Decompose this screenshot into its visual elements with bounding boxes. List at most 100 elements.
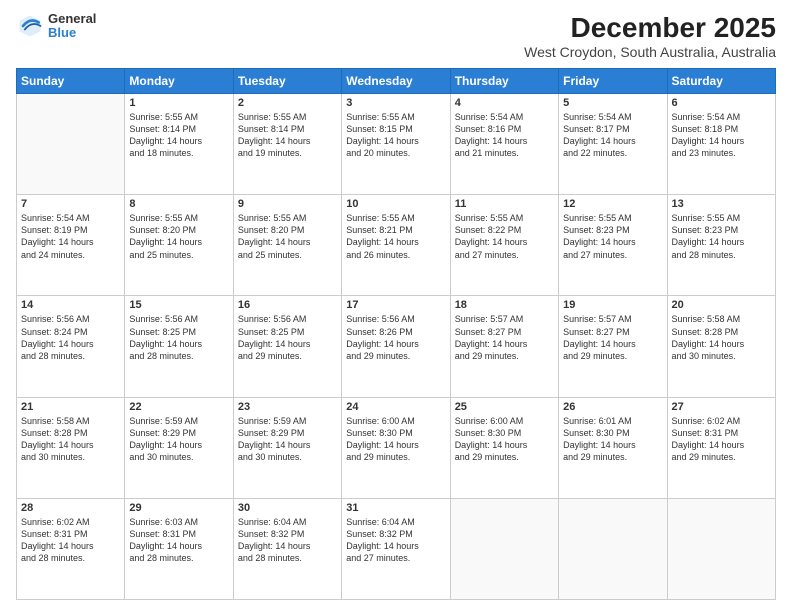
calendar-subtitle: West Croydon, South Australia, Australia [524, 44, 776, 60]
calendar-week-4: 21Sunrise: 5:58 AM Sunset: 8:28 PM Dayli… [17, 397, 776, 498]
calendar-cell: 21Sunrise: 5:58 AM Sunset: 8:28 PM Dayli… [17, 397, 125, 498]
day-number: 13 [672, 198, 771, 210]
day-info: Sunrise: 5:54 AM Sunset: 8:18 PM Dayligh… [672, 111, 771, 160]
day-number: 27 [672, 401, 771, 413]
day-info: Sunrise: 5:55 AM Sunset: 8:21 PM Dayligh… [346, 212, 445, 261]
day-info: Sunrise: 6:00 AM Sunset: 8:30 PM Dayligh… [455, 415, 554, 464]
col-monday: Monday [125, 69, 233, 94]
calendar-cell: 10Sunrise: 5:55 AM Sunset: 8:21 PM Dayli… [342, 195, 450, 296]
day-number: 17 [346, 299, 445, 311]
day-number: 23 [238, 401, 337, 413]
page: General Blue December 2025 West Croydon,… [0, 0, 792, 612]
logo-icon [16, 12, 44, 40]
day-number: 7 [21, 198, 120, 210]
calendar-cell: 11 Sunrise: 5:55 AM Sunset: 8:22 PM Dayli… [450, 195, 558, 296]
logo: General Blue [16, 12, 96, 41]
calendar-cell: 9 Sunrise: 5:55 AM Sunset: 8:20 PM Daylig… [233, 195, 341, 296]
header: General Blue December 2025 West Croydon,… [16, 12, 776, 60]
calendar-cell: 13 Sunrise: 5:55 AM Sunset: 8:23 PM Dayli… [667, 195, 775, 296]
day-info: Sunrise: 5:54 AM Sunset: 8:16 PM Dayligh… [455, 111, 554, 160]
day-number: 28 [21, 502, 120, 514]
day-info: Sunrise: 5:59 AM Sunset: 8:29 PM Dayligh… [129, 415, 228, 464]
day-info: Sunrise: 5:55 AM Sunset: 8:14 PM Dayligh… [129, 111, 228, 160]
calendar-cell: 29 Sunrise: 6:03 AM Sunset: 8:31 PM Dayli… [125, 498, 233, 599]
day-number: 31 [346, 502, 445, 514]
calendar-cell: 6 Sunrise: 5:54 AM Sunset: 8:18 PM Daylig… [667, 94, 775, 195]
calendar-cell: 1 Sunrise: 5:55 AM Sunset: 8:14 PM Daylig… [125, 94, 233, 195]
day-info: Sunrise: 5:55 AM Sunset: 8:20 PM Dayligh… [238, 212, 337, 261]
calendar-cell: 2 Sunrise: 5:55 AM Sunset: 8:14 PM Daylig… [233, 94, 341, 195]
day-number: 5 [563, 97, 662, 109]
calendar-cell [667, 498, 775, 599]
day-info: Sunrise: 5:56 AM Sunset: 8:25 PM Dayligh… [129, 313, 228, 362]
day-info: Sunrise: 6:03 AM Sunset: 8:31 PM Dayligh… [129, 516, 228, 565]
calendar-cell: 3 Sunrise: 5:55 AM Sunset: 8:15 PM Daylig… [342, 94, 450, 195]
calendar-cell: 30 Sunrise: 6:04 AM Sunset: 8:32 PM Dayli… [233, 498, 341, 599]
calendar-week-1: 1 Sunrise: 5:55 AM Sunset: 8:14 PM Daylig… [17, 94, 776, 195]
calendar-body: 1 Sunrise: 5:55 AM Sunset: 8:14 PM Daylig… [17, 94, 776, 600]
calendar-cell: 25Sunrise: 6:00 AM Sunset: 8:30 PM Dayli… [450, 397, 558, 498]
calendar-cell: 28 Sunrise: 6:02 AM Sunset: 8:31 PM Dayli… [17, 498, 125, 599]
day-number: 11 [455, 198, 554, 210]
calendar-cell: 27 Sunrise: 6:02 AM Sunset: 8:31 PM Dayli… [667, 397, 775, 498]
day-number: 9 [238, 198, 337, 210]
day-number: 8 [129, 198, 228, 210]
day-number: 24 [346, 401, 445, 413]
day-info: Sunrise: 5:55 AM Sunset: 8:20 PM Dayligh… [129, 212, 228, 261]
calendar-cell: 18 Sunrise: 5:57 AM Sunset: 8:27 PM Dayli… [450, 296, 558, 397]
day-info: Sunrise: 5:56 AM Sunset: 8:24 PM Dayligh… [21, 313, 120, 362]
day-info: Sunrise: 6:00 AM Sunset: 8:30 PM Dayligh… [346, 415, 445, 464]
calendar-cell: 26Sunrise: 6:01 AM Sunset: 8:30 PM Dayli… [559, 397, 667, 498]
day-info: Sunrise: 6:04 AM Sunset: 8:32 PM Dayligh… [346, 516, 445, 565]
col-saturday: Saturday [667, 69, 775, 94]
day-number: 6 [672, 97, 771, 109]
calendar-cell: 5 Sunrise: 5:54 AM Sunset: 8:17 PM Daylig… [559, 94, 667, 195]
calendar-cell: 22 Sunrise: 5:59 AM Sunset: 8:29 PM Dayli… [125, 397, 233, 498]
day-info: Sunrise: 5:55 AM Sunset: 8:14 PM Dayligh… [238, 111, 337, 160]
logo-blue: Blue [48, 26, 96, 40]
day-info: Sunrise: 6:02 AM Sunset: 8:31 PM Dayligh… [672, 415, 771, 464]
day-number: 26 [563, 401, 662, 413]
day-info: Sunrise: 5:55 AM Sunset: 8:22 PM Dayligh… [455, 212, 554, 261]
calendar-cell: 8 Sunrise: 5:55 AM Sunset: 8:20 PM Daylig… [125, 195, 233, 296]
col-tuesday: Tuesday [233, 69, 341, 94]
calendar-week-3: 14 Sunrise: 5:56 AM Sunset: 8:24 PM Dayli… [17, 296, 776, 397]
calendar-table: Sunday Monday Tuesday Wednesday Thursday… [16, 68, 776, 600]
calendar-cell: 17 Sunrise: 5:56 AM Sunset: 8:26 PM Dayli… [342, 296, 450, 397]
day-info: Sunrise: 5:55 AM Sunset: 8:15 PM Dayligh… [346, 111, 445, 160]
calendar-week-5: 28 Sunrise: 6:02 AM Sunset: 8:31 PM Dayli… [17, 498, 776, 599]
day-number: 4 [455, 97, 554, 109]
day-number: 22 [129, 401, 228, 413]
day-number: 2 [238, 97, 337, 109]
calendar-cell [17, 94, 125, 195]
day-info: Sunrise: 6:04 AM Sunset: 8:32 PM Dayligh… [238, 516, 337, 565]
calendar-cell: 7 Sunrise: 5:54 AM Sunset: 8:19 PM Daylig… [17, 195, 125, 296]
day-info: Sunrise: 5:57 AM Sunset: 8:27 PM Dayligh… [455, 313, 554, 362]
day-number: 14 [21, 299, 120, 311]
col-wednesday: Wednesday [342, 69, 450, 94]
calendar-cell: 31 Sunrise: 6:04 AM Sunset: 8:32 PM Dayli… [342, 498, 450, 599]
calendar-cell: 16 Sunrise: 5:56 AM Sunset: 8:25 PM Dayli… [233, 296, 341, 397]
calendar-cell: 24 Sunrise: 6:00 AM Sunset: 8:30 PM Dayli… [342, 397, 450, 498]
col-friday: Friday [559, 69, 667, 94]
day-number: 20 [672, 299, 771, 311]
day-number: 3 [346, 97, 445, 109]
calendar-cell [559, 498, 667, 599]
day-number: 16 [238, 299, 337, 311]
day-number: 19 [563, 299, 662, 311]
day-number: 30 [238, 502, 337, 514]
day-info: Sunrise: 5:54 AM Sunset: 8:19 PM Dayligh… [21, 212, 120, 261]
day-info: Sunrise: 5:54 AM Sunset: 8:17 PM Dayligh… [563, 111, 662, 160]
calendar-cell: 15Sunrise: 5:56 AM Sunset: 8:25 PM Dayli… [125, 296, 233, 397]
day-number: 29 [129, 502, 228, 514]
calendar-cell: 20Sunrise: 5:58 AM Sunset: 8:28 PM Dayli… [667, 296, 775, 397]
calendar-cell: 19Sunrise: 5:57 AM Sunset: 8:27 PM Dayli… [559, 296, 667, 397]
calendar-cell: 23Sunrise: 5:59 AM Sunset: 8:29 PM Dayli… [233, 397, 341, 498]
day-number: 1 [129, 97, 228, 109]
day-info: Sunrise: 5:56 AM Sunset: 8:25 PM Dayligh… [238, 313, 337, 362]
day-number: 18 [455, 299, 554, 311]
col-sunday: Sunday [17, 69, 125, 94]
day-info: Sunrise: 5:55 AM Sunset: 8:23 PM Dayligh… [672, 212, 771, 261]
day-info: Sunrise: 5:56 AM Sunset: 8:26 PM Dayligh… [346, 313, 445, 362]
day-info: Sunrise: 6:02 AM Sunset: 8:31 PM Dayligh… [21, 516, 120, 565]
